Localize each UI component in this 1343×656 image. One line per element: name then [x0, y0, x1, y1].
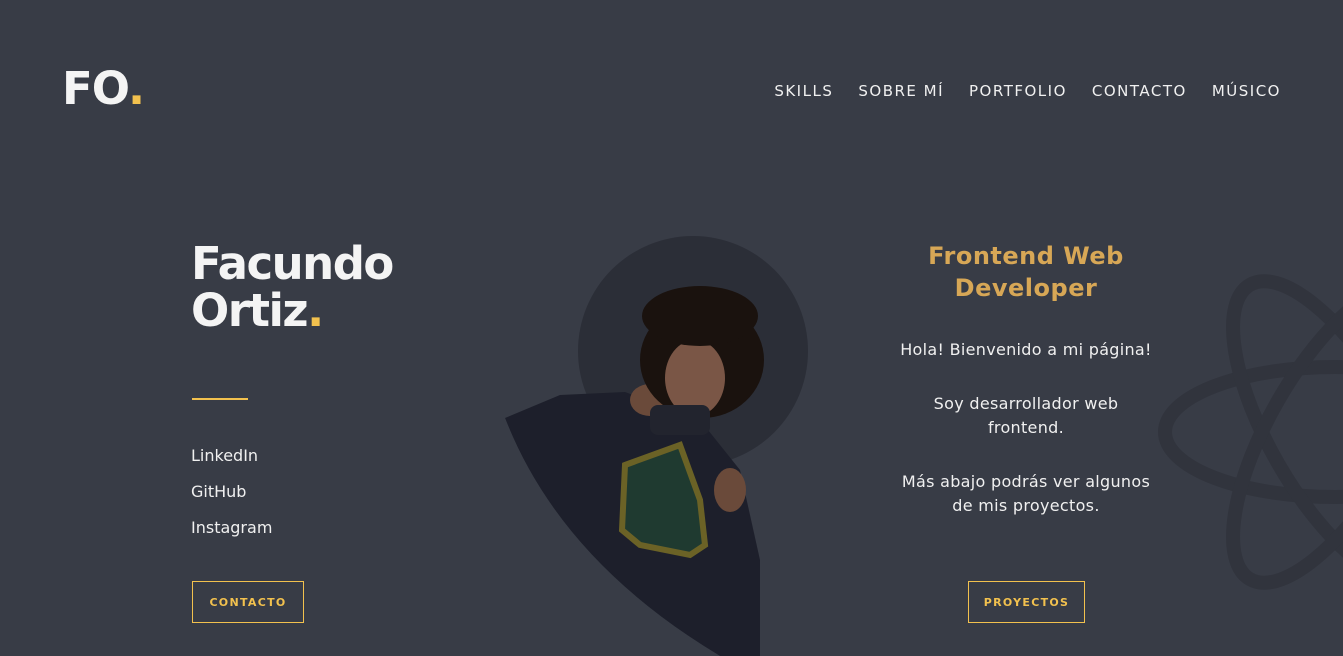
- landing-page: FO. SKILLS SOBRE MÍ PORTFOLIO CONTACTO M…: [0, 0, 1343, 656]
- bio-paragraph: Más abajo podrás ver algunos de mis proy…: [901, 472, 1151, 515]
- intro-panel: Frontend Web Developer Hola! Bienvenido …: [896, 240, 1156, 548]
- bio-paragraph: Hola! Bienvenido a mi página!: [900, 340, 1152, 359]
- bio-paragraph: Soy desarrollador web frontend.: [933, 394, 1119, 437]
- bio: Hola! Bienvenido a mi página! Soy desarr…: [896, 338, 1156, 518]
- job-title-line1: Frontend Web: [928, 242, 1124, 270]
- job-title: Frontend Web Developer: [896, 240, 1156, 304]
- job-title-line2: Developer: [954, 274, 1098, 302]
- projects-button[interactable]: PROYECTOS: [968, 581, 1085, 623]
- react-atom-icon: [1158, 274, 1343, 590]
